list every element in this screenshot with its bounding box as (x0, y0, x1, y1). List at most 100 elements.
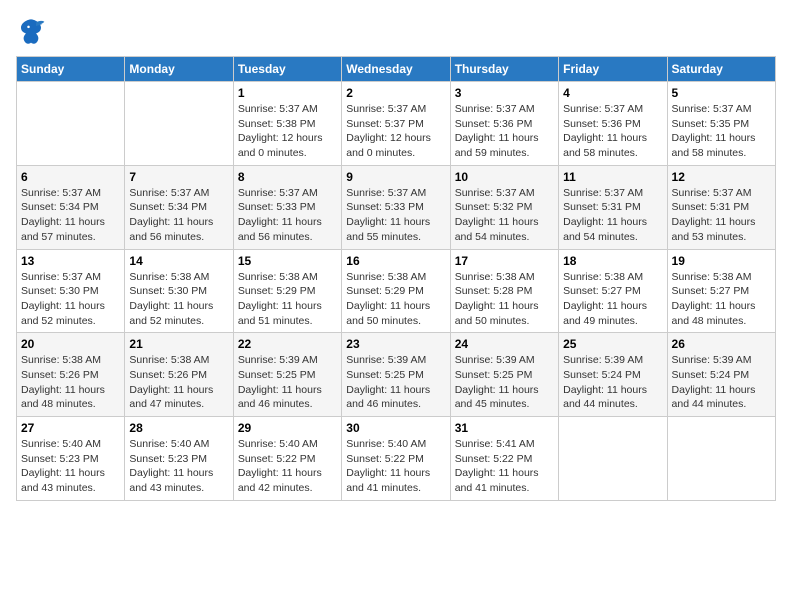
day-info: Sunrise: 5:37 AM Sunset: 5:35 PM Dayligh… (672, 102, 771, 161)
weekday-header-cell: Saturday (667, 57, 775, 82)
day-info: Sunrise: 5:37 AM Sunset: 5:30 PM Dayligh… (21, 270, 120, 329)
calendar-cell (17, 82, 125, 166)
day-info: Sunrise: 5:40 AM Sunset: 5:22 PM Dayligh… (346, 437, 445, 496)
day-info: Sunrise: 5:37 AM Sunset: 5:38 PM Dayligh… (238, 102, 337, 161)
calendar-cell: 27 Sunrise: 5:40 AM Sunset: 5:23 PM Dayli… (17, 417, 125, 501)
day-info: Sunrise: 5:37 AM Sunset: 5:32 PM Dayligh… (455, 186, 554, 245)
page-header (16, 16, 776, 46)
calendar-week-row: 6 Sunrise: 5:37 AM Sunset: 5:34 PM Daylig… (17, 165, 776, 249)
day-number: 21 (129, 337, 228, 351)
calendar-table: SundayMondayTuesdayWednesdayThursdayFrid… (16, 56, 776, 501)
calendar-cell: 17 Sunrise: 5:38 AM Sunset: 5:28 PM Dayli… (450, 249, 558, 333)
calendar-cell: 8Sunrise: 5:37 AM Sunset: 5:33 PM Daylig… (233, 165, 341, 249)
day-info: Sunrise: 5:38 AM Sunset: 5:30 PM Dayligh… (129, 270, 228, 329)
calendar-cell (559, 417, 667, 501)
day-info: Sunrise: 5:37 AM Sunset: 5:36 PM Dayligh… (563, 102, 662, 161)
calendar-cell: 2 Sunrise: 5:37 AM Sunset: 5:37 PM Daylig… (342, 82, 450, 166)
weekday-header-cell: Monday (125, 57, 233, 82)
day-number: 15 (238, 254, 337, 268)
day-number: 25 (563, 337, 662, 351)
calendar-week-row: 1 Sunrise: 5:37 AM Sunset: 5:38 PM Daylig… (17, 82, 776, 166)
day-info: Sunrise: 5:37 AM Sunset: 5:34 PM Dayligh… (21, 186, 120, 245)
logo (16, 16, 50, 46)
weekday-header-cell: Wednesday (342, 57, 450, 82)
calendar-cell: 6 Sunrise: 5:37 AM Sunset: 5:34 PM Daylig… (17, 165, 125, 249)
day-number: 28 (129, 421, 228, 435)
calendar-cell: 1 Sunrise: 5:37 AM Sunset: 5:38 PM Daylig… (233, 82, 341, 166)
day-info: Sunrise: 5:37 AM Sunset: 5:33 PM Dayligh… (346, 186, 445, 245)
day-number: 1 (238, 86, 337, 100)
day-number: 31 (455, 421, 554, 435)
day-info: Sunrise: 5:41 AM Sunset: 5:22 PM Dayligh… (455, 437, 554, 496)
calendar-cell: 12 Sunrise: 5:37 AM Sunset: 5:31 PM Dayli… (667, 165, 775, 249)
calendar-cell: 23Sunrise: 5:39 AM Sunset: 5:25 PM Dayli… (342, 333, 450, 417)
calendar-cell: 14 Sunrise: 5:38 AM Sunset: 5:30 PM Dayli… (125, 249, 233, 333)
day-number: 4 (563, 86, 662, 100)
day-number: 11 (563, 170, 662, 184)
calendar-cell: 10 Sunrise: 5:37 AM Sunset: 5:32 PM Dayli… (450, 165, 558, 249)
day-info: Sunrise: 5:40 AM Sunset: 5:23 PM Dayligh… (21, 437, 120, 496)
calendar-cell: 5 Sunrise: 5:37 AM Sunset: 5:35 PM Daylig… (667, 82, 775, 166)
calendar-cell: 31 Sunrise: 5:41 AM Sunset: 5:22 PM Dayli… (450, 417, 558, 501)
weekday-header-cell: Tuesday (233, 57, 341, 82)
day-info: Sunrise: 5:37 AM Sunset: 5:34 PM Dayligh… (129, 186, 228, 245)
day-info: Sunrise: 5:39 AM Sunset: 5:25 PM Dayligh… (455, 353, 554, 412)
day-number: 7 (129, 170, 228, 184)
day-number: 14 (129, 254, 228, 268)
calendar-cell: 30 Sunrise: 5:40 AM Sunset: 5:22 PM Dayli… (342, 417, 450, 501)
calendar-week-row: 27 Sunrise: 5:40 AM Sunset: 5:23 PM Dayli… (17, 417, 776, 501)
day-number: 2 (346, 86, 445, 100)
calendar-week-row: 13Sunrise: 5:37 AM Sunset: 5:30 PM Dayli… (17, 249, 776, 333)
calendar-cell: 9 Sunrise: 5:37 AM Sunset: 5:33 PM Daylig… (342, 165, 450, 249)
day-info: Sunrise: 5:40 AM Sunset: 5:23 PM Dayligh… (129, 437, 228, 496)
day-number: 5 (672, 86, 771, 100)
calendar-cell: 28 Sunrise: 5:40 AM Sunset: 5:23 PM Dayli… (125, 417, 233, 501)
day-number: 3 (455, 86, 554, 100)
day-number: 20 (21, 337, 120, 351)
day-info: Sunrise: 5:37 AM Sunset: 5:37 PM Dayligh… (346, 102, 445, 161)
day-number: 23 (346, 337, 445, 351)
calendar-cell: 3Sunrise: 5:37 AM Sunset: 5:36 PM Daylig… (450, 82, 558, 166)
day-number: 17 (455, 254, 554, 268)
day-number: 9 (346, 170, 445, 184)
calendar-cell: 22 Sunrise: 5:39 AM Sunset: 5:25 PM Dayli… (233, 333, 341, 417)
day-number: 8 (238, 170, 337, 184)
day-info: Sunrise: 5:40 AM Sunset: 5:22 PM Dayligh… (238, 437, 337, 496)
calendar-cell: 7 Sunrise: 5:37 AM Sunset: 5:34 PM Daylig… (125, 165, 233, 249)
weekday-header-row: SundayMondayTuesdayWednesdayThursdayFrid… (17, 57, 776, 82)
weekday-header-cell: Sunday (17, 57, 125, 82)
calendar-cell: 4 Sunrise: 5:37 AM Sunset: 5:36 PM Daylig… (559, 82, 667, 166)
calendar-cell: 18Sunrise: 5:38 AM Sunset: 5:27 PM Dayli… (559, 249, 667, 333)
logo-icon (16, 16, 46, 46)
weekday-header-cell: Thursday (450, 57, 558, 82)
calendar-cell: 24Sunrise: 5:39 AM Sunset: 5:25 PM Dayli… (450, 333, 558, 417)
day-number: 30 (346, 421, 445, 435)
calendar-cell (125, 82, 233, 166)
weekday-header-cell: Friday (559, 57, 667, 82)
calendar-cell: 19 Sunrise: 5:38 AM Sunset: 5:27 PM Dayli… (667, 249, 775, 333)
day-number: 19 (672, 254, 771, 268)
calendar-cell: 25Sunrise: 5:39 AM Sunset: 5:24 PM Dayli… (559, 333, 667, 417)
day-number: 10 (455, 170, 554, 184)
day-number: 6 (21, 170, 120, 184)
day-info: Sunrise: 5:39 AM Sunset: 5:25 PM Dayligh… (238, 353, 337, 412)
calendar-cell: 29Sunrise: 5:40 AM Sunset: 5:22 PM Dayli… (233, 417, 341, 501)
day-number: 16 (346, 254, 445, 268)
calendar-week-row: 20 Sunrise: 5:38 AM Sunset: 5:26 PM Dayli… (17, 333, 776, 417)
day-info: Sunrise: 5:38 AM Sunset: 5:27 PM Dayligh… (563, 270, 662, 329)
day-info: Sunrise: 5:37 AM Sunset: 5:31 PM Dayligh… (672, 186, 771, 245)
calendar-body: 1 Sunrise: 5:37 AM Sunset: 5:38 PM Daylig… (17, 82, 776, 501)
calendar-cell: 15 Sunrise: 5:38 AM Sunset: 5:29 PM Dayli… (233, 249, 341, 333)
day-info: Sunrise: 5:38 AM Sunset: 5:28 PM Dayligh… (455, 270, 554, 329)
day-number: 22 (238, 337, 337, 351)
calendar-cell: 21Sunrise: 5:38 AM Sunset: 5:26 PM Dayli… (125, 333, 233, 417)
day-number: 27 (21, 421, 120, 435)
day-info: Sunrise: 5:38 AM Sunset: 5:26 PM Dayligh… (21, 353, 120, 412)
calendar-cell: 26Sunrise: 5:39 AM Sunset: 5:24 PM Dayli… (667, 333, 775, 417)
day-number: 26 (672, 337, 771, 351)
calendar-cell: 11Sunrise: 5:37 AM Sunset: 5:31 PM Dayli… (559, 165, 667, 249)
day-number: 12 (672, 170, 771, 184)
calendar-cell (667, 417, 775, 501)
day-info: Sunrise: 5:38 AM Sunset: 5:27 PM Dayligh… (672, 270, 771, 329)
day-info: Sunrise: 5:38 AM Sunset: 5:29 PM Dayligh… (238, 270, 337, 329)
